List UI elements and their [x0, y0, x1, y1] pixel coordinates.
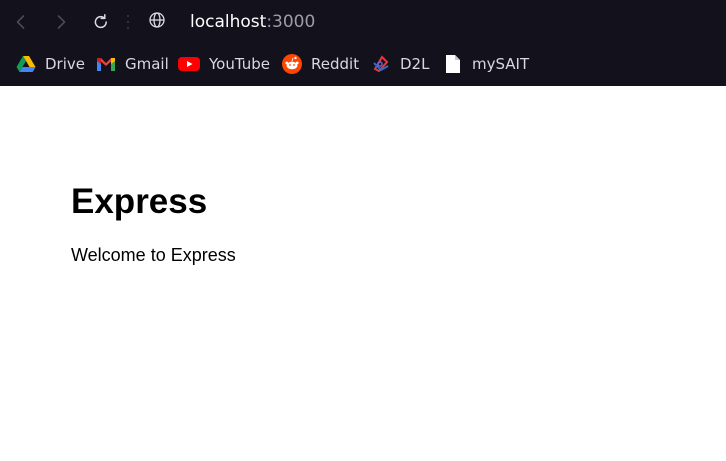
bookmark-label: Reddit [311, 55, 360, 73]
forward-button[interactable] [48, 9, 74, 35]
bookmark-label: YouTube [209, 55, 270, 73]
bookmark-label: Gmail [125, 55, 169, 73]
document-icon [443, 54, 463, 74]
welcome-text: Welcome to Express [71, 245, 236, 265]
browser-toolbar: localhost:3000 [0, 0, 726, 44]
d2l-icon [371, 54, 391, 74]
url-port: :3000 [266, 12, 316, 32]
bookmark-mysait[interactable]: mySAIT [443, 52, 529, 76]
forward-icon [53, 14, 69, 30]
google-drive-icon [16, 54, 36, 74]
back-icon [13, 14, 29, 30]
bookmark-label: Drive [45, 55, 85, 73]
youtube-icon [178, 54, 200, 74]
bookmark-d2l[interactable]: D2L [371, 52, 429, 76]
bookmark-gmail[interactable]: Gmail [96, 52, 169, 76]
bookmark-label: mySAIT [472, 55, 530, 73]
reddit-icon [282, 54, 302, 74]
gmail-icon [96, 54, 116, 74]
reload-icon [92, 13, 110, 31]
globe-icon [148, 11, 166, 34]
url-host: localhost [190, 12, 267, 32]
address-bar[interactable]: localhost:3000 [190, 10, 315, 34]
bookmark-label: D2L [400, 55, 430, 73]
back-button[interactable] [8, 9, 34, 35]
page-content: Express Welcome to Express [0, 86, 726, 461]
bookmarks-bar: Drive Gmail YouTube Reddit D2L mySAIT [0, 46, 726, 82]
browser-chrome: localhost:3000 Drive Gmail YouTube Reddi… [0, 0, 726, 86]
site-info-button[interactable] [147, 11, 167, 34]
bookmark-reddit[interactable]: Reddit [282, 52, 359, 76]
toolbar-divider [127, 15, 129, 29]
bookmark-drive[interactable]: Drive [16, 52, 85, 76]
page-title: Express [71, 182, 208, 221]
bookmark-youtube[interactable]: YouTube [178, 52, 270, 76]
reload-button[interactable] [88, 9, 114, 35]
